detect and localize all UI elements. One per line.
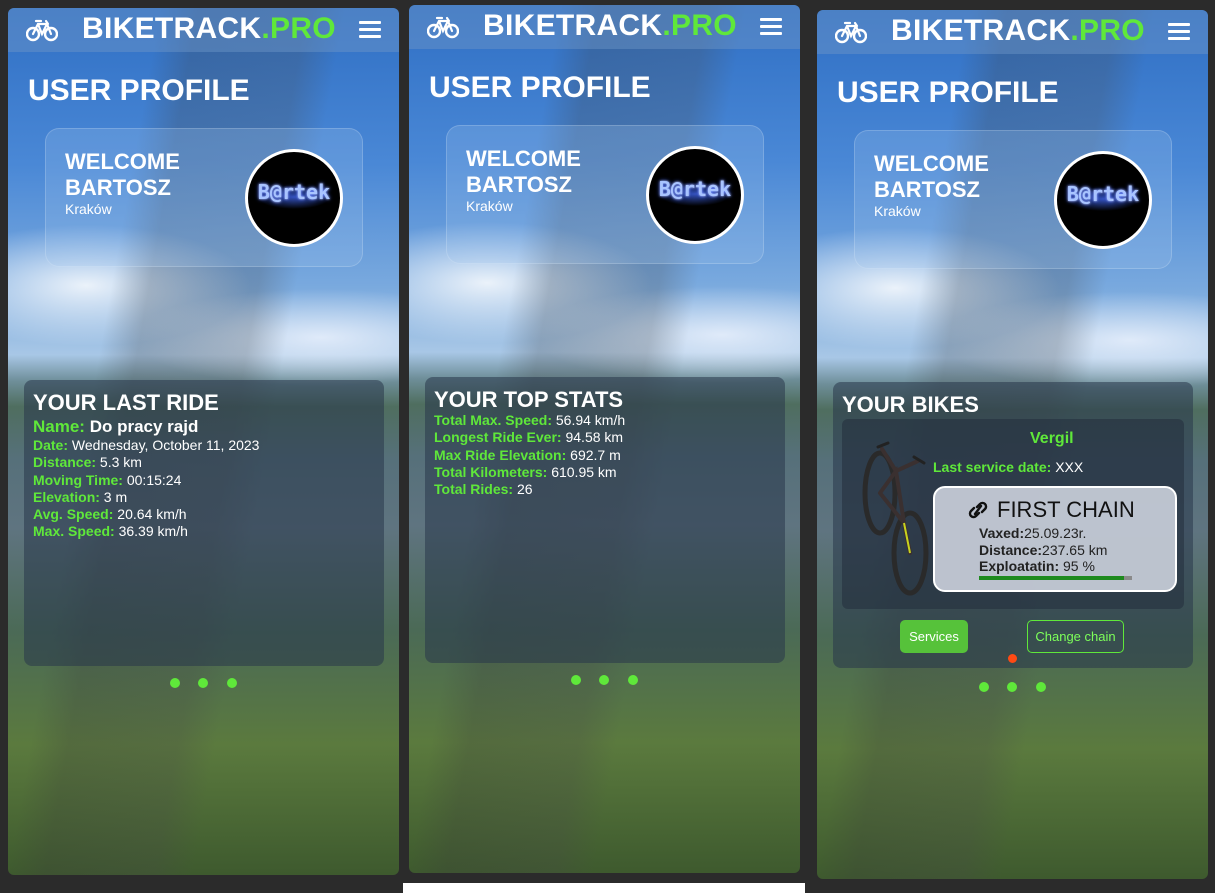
stat-max-elevation-row: Max Ride Elevation: 692.7 m [434,446,621,463]
top-navbar: BIKETRACK.PRO [409,5,800,49]
brand-main: BIKETRACK [82,12,262,45]
top-stats-panel: YOUR TOP STATS Total Max. Speed: 56.94 k… [425,377,785,663]
chain-exploitation-row: Exploatatin: 95 % [979,558,1095,574]
carousel-dot[interactable] [1007,682,1017,692]
change-chain-button[interactable]: Change chain [1027,620,1124,653]
ride-elevation-row: Elevation: 3 m [33,488,128,505]
bicycle-icon[interactable] [26,18,58,42]
chain-details: Vaxed:25.09.23r. Distance:237.65 km Expl… [979,525,1107,575]
welcome-heading: WELCOME BARTOSZ [466,146,581,197]
carousel-dots [817,682,1208,694]
chain-wear-fill [979,576,1125,580]
bike-photo [862,441,929,596]
avatar[interactable]: B@rtek [245,149,343,247]
chain-wear-progress [979,576,1132,580]
carousel-dot[interactable] [170,678,180,688]
panel-title: YOUR BIKES [842,392,979,417]
panel-title: YOUR LAST RIDE [33,390,219,415]
brand-logo[interactable]: BIKETRACK.PRO [483,9,737,43]
hamburger-menu-icon[interactable] [1168,23,1190,41]
avatar-text: B@rtek [1066,182,1140,206]
user-city: Kraków [65,201,112,217]
chain-card[interactable]: FIRST CHAIN Vaxed:25.09.23r. Distance:23… [933,486,1177,592]
bike-name: Vergil [1030,430,1074,447]
ride-date-row: Date: Wednesday, October 11, 2023 [33,437,260,453]
notification-dot [1008,654,1017,663]
carousel-dot[interactable] [599,675,609,685]
user-city: Kraków [466,198,513,214]
avatar-text: B@rtek [658,177,732,201]
bikes-panel: YOUR BIKES Vergil Last service date: XXX… [833,382,1193,668]
bicycle-icon[interactable] [835,20,867,44]
stat-longest-ride-row: Longest Ride Ever: 94.58 km [434,429,624,446]
stat-total-km-row: Total Kilometers: 610.95 km [434,463,617,480]
chain-title: FIRST CHAIN [965,497,1135,523]
bottom-white-strip [403,883,805,893]
brand-accent: .PRO [261,12,336,45]
welcome-card: WELCOME BARTOSZ Kraków B@rtek [45,128,363,267]
ride-avg-speed-row: Avg. Speed: 20.64 km/h [33,506,187,523]
page-title: USER PROFILE [837,76,1059,109]
phone-screen-bikes: BIKETRACK.PRO USER PROFILE WELCOME BARTOS… [817,10,1208,879]
welcome-heading: WELCOME BARTOSZ [874,151,989,202]
avatar-text: B@rtek [257,180,331,204]
page-title: USER PROFILE [28,74,250,107]
brand-accent: .PRO [662,9,737,42]
phone-screen-last-ride: BIKETRACK.PRO USER PROFILE WELCOME BARTOS… [8,8,399,875]
stat-total-rides-row: Total Rides: 26 [434,481,533,498]
carousel-dot[interactable] [1036,682,1046,692]
carousel-dot[interactable] [198,678,208,688]
phone-screen-top-stats: BIKETRACK.PRO USER PROFILE WELCOME BARTOS… [409,5,800,873]
ride-max-speed-row: Max. Speed: 36.39 km/h [33,523,188,540]
carousel-dot[interactable] [979,682,989,692]
welcome-card: WELCOME BARTOSZ Kraków B@rtek [446,125,764,264]
carousel-dot[interactable] [227,678,237,688]
top-navbar: BIKETRACK.PRO [8,8,399,52]
bicycle-icon[interactable] [427,15,459,39]
welcome-card: WELCOME BARTOSZ Kraków B@rtek [854,130,1172,269]
ride-moving-time-row: Moving Time: 00:15:24 [33,471,182,488]
ride-details: Name: Do pracy rajd Date: Wednesday, Oct… [33,417,259,541]
page-title: USER PROFILE [429,71,651,104]
brand-logo[interactable]: BIKETRACK.PRO [82,12,336,46]
stat-max-speed-row: Total Max. Speed: 56.94 km/h [434,412,626,428]
panel-title: YOUR TOP STATS [434,387,624,412]
last-service-row: Last service date: XXX [933,459,1084,475]
avatar[interactable]: B@rtek [1054,151,1152,249]
top-navbar: BIKETRACK.PRO [817,10,1208,54]
brand-main: BIKETRACK [891,14,1071,47]
carousel-dots [409,675,800,687]
welcome-heading: WELCOME BARTOSZ [65,149,180,200]
ride-name-row: Name: Do pracy rajd [33,417,199,436]
bike-card[interactable]: Vergil Last service date: XXX FIRST CHAI… [842,419,1184,609]
last-ride-panel: YOUR LAST RIDE Name: Do pracy rajd Date:… [24,380,384,666]
carousel-dot[interactable] [571,675,581,685]
carousel-dots [8,678,399,690]
chain-distance-row: Distance:237.65 km [979,541,1108,558]
brand-main: BIKETRACK [483,9,663,42]
link-icon [968,501,988,519]
hamburger-menu-icon[interactable] [760,18,782,36]
chain-vaxed-row: Vaxed:25.09.23r. [979,525,1087,541]
stats-details: Total Max. Speed: 56.94 km/h Longest Rid… [434,412,625,498]
services-button[interactable]: Services [900,620,968,653]
hamburger-menu-icon[interactable] [359,21,381,39]
brand-accent: .PRO [1070,14,1145,47]
avatar[interactable]: B@rtek [646,146,744,244]
brand-logo[interactable]: BIKETRACK.PRO [891,14,1145,48]
user-city: Kraków [874,203,921,219]
carousel-dot[interactable] [628,675,638,685]
ride-distance-row: Distance: 5.3 km [33,454,142,471]
